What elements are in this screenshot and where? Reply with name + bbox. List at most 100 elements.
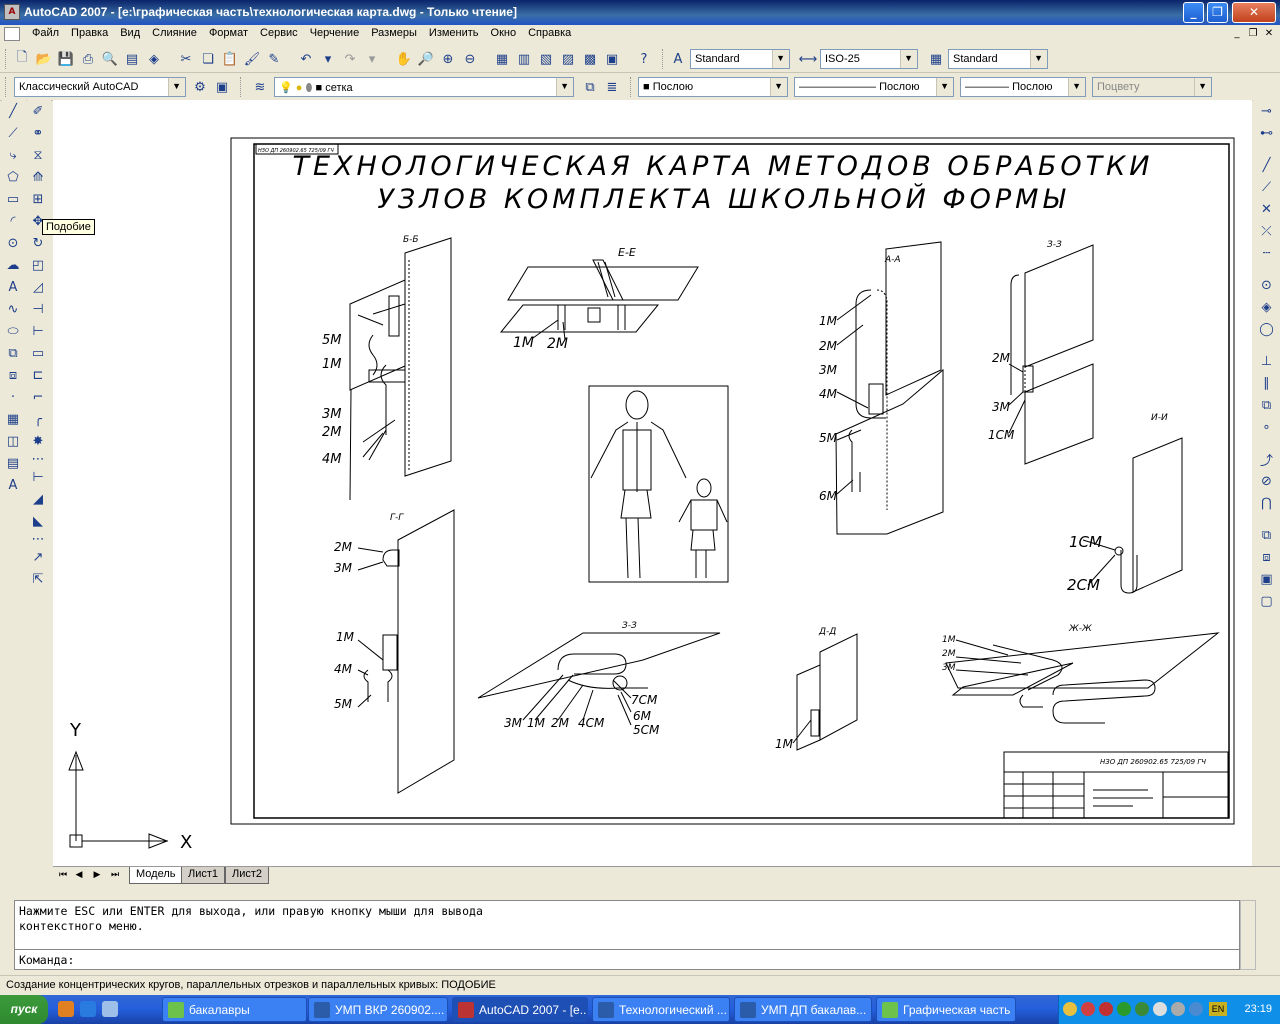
- tab-next-icon[interactable]: ▶: [89, 868, 105, 883]
- snap-none-icon[interactable]: ⊘: [1253, 470, 1280, 492]
- tray-icon[interactable]: [1099, 1002, 1113, 1016]
- help-icon[interactable]: ?: [634, 49, 654, 69]
- layer-manager-icon[interactable]: ≋: [250, 77, 270, 97]
- menu-help[interactable]: Справка: [522, 27, 577, 39]
- open-icon[interactable]: 📂: [34, 49, 54, 69]
- draworder-below-icon[interactable]: ▢: [1253, 590, 1280, 612]
- workspace-save-icon[interactable]: ▣: [212, 77, 232, 97]
- paste-icon[interactable]: 📋: [220, 49, 240, 69]
- close-button[interactable]: ✕: [1232, 2, 1276, 23]
- text-style-icon[interactable]: A: [668, 49, 688, 69]
- tab-sheet2[interactable]: Лист2: [225, 867, 270, 884]
- mirror-icon[interactable]: ⧖: [27, 144, 49, 166]
- doc-close-icon[interactable]: ✕: [1262, 27, 1276, 41]
- tray-icon[interactable]: [1153, 1002, 1167, 1016]
- markup-icon[interactable]: ▩: [580, 49, 600, 69]
- menu-modify[interactable]: Изменить: [423, 27, 485, 39]
- command-scrollbar[interactable]: [1240, 900, 1256, 970]
- snap-perpendicular-icon[interactable]: ⊥: [1253, 350, 1280, 372]
- table-icon[interactable]: ▤: [2, 452, 24, 474]
- scale-icon[interactable]: ◰: [27, 254, 49, 276]
- minimize-button[interactable]: _: [1183, 2, 1204, 23]
- line-icon[interactable]: ╱: [2, 100, 24, 122]
- doc-restore-icon[interactable]: ❐: [1246, 27, 1260, 41]
- snap-parallel-icon[interactable]: ∥: [1253, 372, 1280, 394]
- tab-model[interactable]: Модель: [129, 867, 183, 884]
- menu-draw[interactable]: Черчение: [304, 27, 366, 39]
- layer-previous-icon[interactable]: ≣: [602, 77, 622, 97]
- make-current-layer-icon[interactable]: ⧉: [580, 77, 600, 97]
- array-icon[interactable]: ⊞: [27, 188, 49, 210]
- tab-first-icon[interactable]: ⏮: [55, 868, 71, 883]
- menu-tools[interactable]: Сервис: [254, 27, 304, 39]
- insert-block-icon[interactable]: ⧉: [2, 342, 24, 364]
- dim-style-select[interactable]: ISO-25 ▼: [820, 49, 918, 69]
- table-style-select[interactable]: Standard ▼: [948, 49, 1048, 69]
- menu-merge[interactable]: Слияние: [146, 27, 203, 39]
- task-button[interactable]: УМП ДП бакалав...: [734, 997, 872, 1022]
- text-style-select[interactable]: Standard ▼: [690, 49, 790, 69]
- menu-view[interactable]: Вид: [114, 27, 146, 39]
- properties-icon[interactable]: ▦: [492, 49, 512, 69]
- tray-icon[interactable]: [1171, 1002, 1185, 1016]
- block-editor-icon[interactable]: ✎: [264, 49, 284, 69]
- tray-icon[interactable]: [1135, 1002, 1149, 1016]
- document-icon[interactable]: [4, 27, 20, 41]
- hatch-icon[interactable]: ▦: [2, 408, 24, 430]
- task-button[interactable]: AutoCAD 2007 - [e...: [452, 997, 588, 1022]
- erase-icon[interactable]: ✐: [27, 100, 49, 122]
- draworder-front-icon[interactable]: ⧉: [1253, 524, 1280, 546]
- zoom-previous-icon[interactable]: ⊖: [460, 49, 480, 69]
- snap-midpoint-icon[interactable]: ⟋: [1253, 176, 1280, 198]
- snap-extension-icon[interactable]: ┄: [1253, 242, 1280, 264]
- zoom-realtime-icon[interactable]: 🔎: [416, 49, 436, 69]
- plot-preview-icon[interactable]: 🔍: [100, 49, 120, 69]
- menu-format[interactable]: Формат: [203, 27, 254, 39]
- construction-line-icon[interactable]: ⟋: [2, 122, 24, 144]
- copy-icon[interactable]: ❏: [198, 49, 218, 69]
- circle-icon[interactable]: ⊙: [2, 232, 24, 254]
- snap-nearest-icon[interactable]: ⤴: [1253, 448, 1280, 470]
- toolbar-grip[interactable]: [630, 77, 633, 97]
- sheet-set-icon[interactable]: ▨: [558, 49, 578, 69]
- stretch-icon[interactable]: ◿: [27, 276, 49, 298]
- linetype-select[interactable]: ——————— Послою ▼: [794, 77, 954, 97]
- workspace-settings-icon[interactable]: ⚙: [190, 77, 210, 97]
- zoom-window-icon[interactable]: ⊕: [438, 49, 458, 69]
- pan-icon[interactable]: ✋: [394, 49, 414, 69]
- snap-endpoint-icon[interactable]: ╱: [1253, 154, 1280, 176]
- design-center-icon[interactable]: ▥: [514, 49, 534, 69]
- snap-apparent-icon[interactable]: ⤫: [1253, 220, 1280, 242]
- start-button[interactable]: пуск: [0, 995, 48, 1024]
- arc-icon[interactable]: ◜: [2, 210, 24, 232]
- copy-object-icon[interactable]: ⚭: [27, 122, 49, 144]
- toolbar-grip[interactable]: ⋯: [27, 452, 49, 467]
- task-button[interactable]: Графическая часть: [876, 997, 1016, 1022]
- multileader-icon[interactable]: ↗: [27, 546, 49, 568]
- chamfer-icon[interactable]: ⌐: [27, 386, 49, 408]
- menu-window[interactable]: Окно: [485, 27, 523, 39]
- quicklaunch-icon[interactable]: [58, 1001, 74, 1017]
- dim-style-icon[interactable]: ⟷: [798, 49, 818, 69]
- publish-icon[interactable]: ▤: [122, 49, 142, 69]
- restore-button[interactable]: ❐: [1207, 2, 1228, 23]
- join-icon[interactable]: ⊏: [27, 364, 49, 386]
- text-icon[interactable]: A: [2, 474, 24, 496]
- drawing-canvas[interactable]: ТЕХНОЛОГИЧЕСКАЯ КАРТА МЕТОДОВ ОБРАБОТКИ …: [53, 100, 1252, 866]
- make-block-icon[interactable]: ⧈: [2, 364, 24, 386]
- snap-node-icon[interactable]: ∘: [1253, 416, 1280, 438]
- color-select[interactable]: ■ Послою ▼: [638, 77, 788, 97]
- tab-prev-icon[interactable]: ◀: [71, 868, 87, 883]
- toolbar-grip[interactable]: [5, 49, 8, 69]
- point-icon[interactable]: ·: [2, 386, 24, 408]
- draworder-back-icon[interactable]: ⧈: [1253, 546, 1280, 568]
- dim-baseline-icon[interactable]: ◣: [27, 510, 49, 532]
- match-properties-icon[interactable]: 🖌: [242, 49, 262, 69]
- snap-insert-icon[interactable]: ⧉: [1253, 394, 1280, 416]
- tray-icon[interactable]: [1081, 1002, 1095, 1016]
- polyline-icon[interactable]: ⤷: [2, 144, 24, 166]
- snap-from-icon[interactable]: ⊷: [1253, 122, 1280, 144]
- tray-icon[interactable]: [1063, 1002, 1077, 1016]
- trim-icon[interactable]: ⊣: [27, 298, 49, 320]
- region-icon[interactable]: ◫: [2, 430, 24, 452]
